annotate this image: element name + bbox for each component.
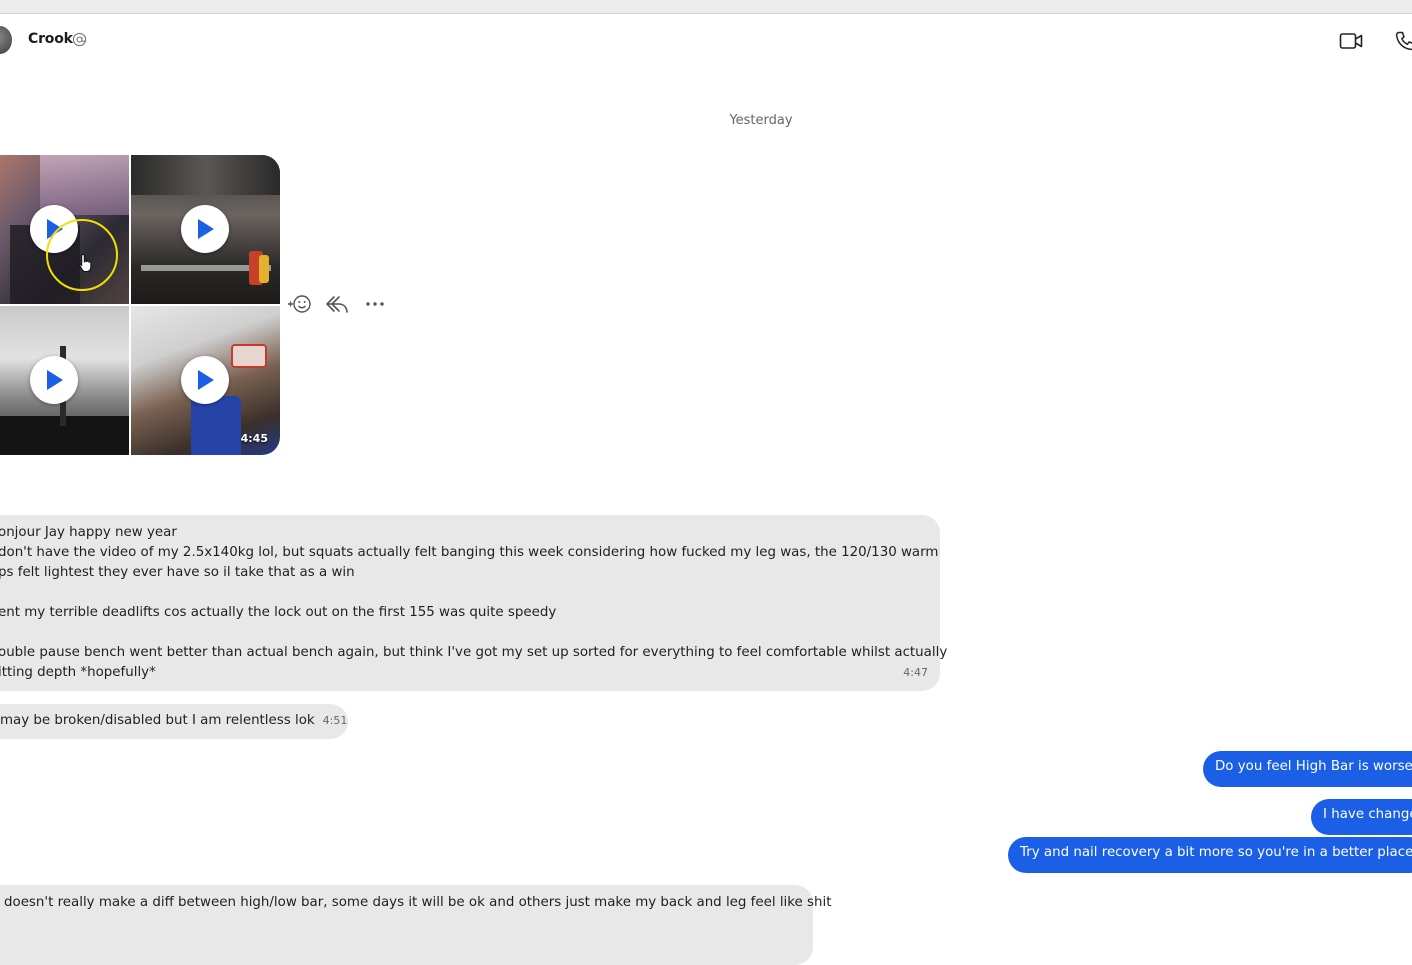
message-line: don't have the video of my 2.5x140kg lol… xyxy=(0,545,939,560)
incoming-message-bubble[interactable]: doesn't really make a diff between high/… xyxy=(0,885,831,965)
message-line: ent my terrible deadlifts cos actually t… xyxy=(0,605,557,620)
window-top-strip xyxy=(0,0,1412,14)
message-actions xyxy=(287,292,387,316)
play-icon xyxy=(198,370,214,390)
message-text: I have change xyxy=(1323,807,1412,822)
message-line: itting depth *hopefully* xyxy=(0,665,156,680)
outgoing-message-bubble[interactable]: I have change xyxy=(1311,799,1412,835)
add-reaction-icon xyxy=(288,295,311,313)
message-timestamp: 4:51 xyxy=(322,714,348,727)
at-icon xyxy=(72,32,87,47)
add-reaction-button[interactable] xyxy=(287,292,311,316)
play-button[interactable] xyxy=(181,356,229,404)
plate-yellow xyxy=(259,255,269,283)
phone-icon[interactable] xyxy=(1394,30,1412,52)
message-line: onjour Jay happy new year xyxy=(0,525,177,540)
message-text: Do you feel High Bar is worse xyxy=(1215,759,1412,774)
play-icon xyxy=(198,219,214,239)
play-button[interactable] xyxy=(181,205,229,253)
message-timestamp: 4:47 xyxy=(903,666,928,679)
reply-icon xyxy=(326,296,348,313)
sponsor-logo xyxy=(231,344,267,368)
message-text: doesn't really make a diff between high/… xyxy=(4,895,832,910)
message-line: ps felt lightest they ever have so il ta… xyxy=(0,565,355,580)
play-button[interactable] xyxy=(30,356,78,404)
more-icon xyxy=(366,302,384,306)
video-duration: 4:45 xyxy=(240,432,268,445)
more-options-button[interactable] xyxy=(363,292,387,316)
message-text: may be broken/disabled but I am relentle… xyxy=(0,713,315,728)
video-thumbnail[interactable]: 4:45 xyxy=(131,306,280,455)
avatar[interactable] xyxy=(0,26,12,54)
hand-cursor-icon xyxy=(79,253,92,272)
incoming-message-bubble[interactable]: may be broken/disabled but I am relentle… xyxy=(0,704,348,739)
lifter-silhouette xyxy=(191,396,241,455)
video-thumbnail[interactable] xyxy=(0,306,129,455)
video-album: 4:45 xyxy=(0,155,280,455)
chat-header: Crook xyxy=(0,14,1412,66)
video-thumbnail[interactable] xyxy=(131,155,280,304)
video-call-icon[interactable] xyxy=(1339,30,1363,52)
reply-button[interactable] xyxy=(325,292,349,316)
message-text: Try and nail recovery a bit more so you'… xyxy=(1020,845,1412,860)
incoming-message-bubble[interactable]: onjour Jay happy new year don't have the… xyxy=(0,515,948,691)
contact-name[interactable]: Crook xyxy=(28,31,73,47)
outgoing-message-bubble[interactable]: Do you feel High Bar is worse xyxy=(1203,751,1412,787)
gym-roof xyxy=(131,155,280,195)
day-separator: Yesterday xyxy=(729,113,793,128)
outgoing-message-bubble[interactable]: Try and nail recovery a bit more so you'… xyxy=(1008,837,1412,873)
message-line: ouble pause bench went better than actua… xyxy=(0,645,948,660)
play-icon xyxy=(47,370,63,390)
